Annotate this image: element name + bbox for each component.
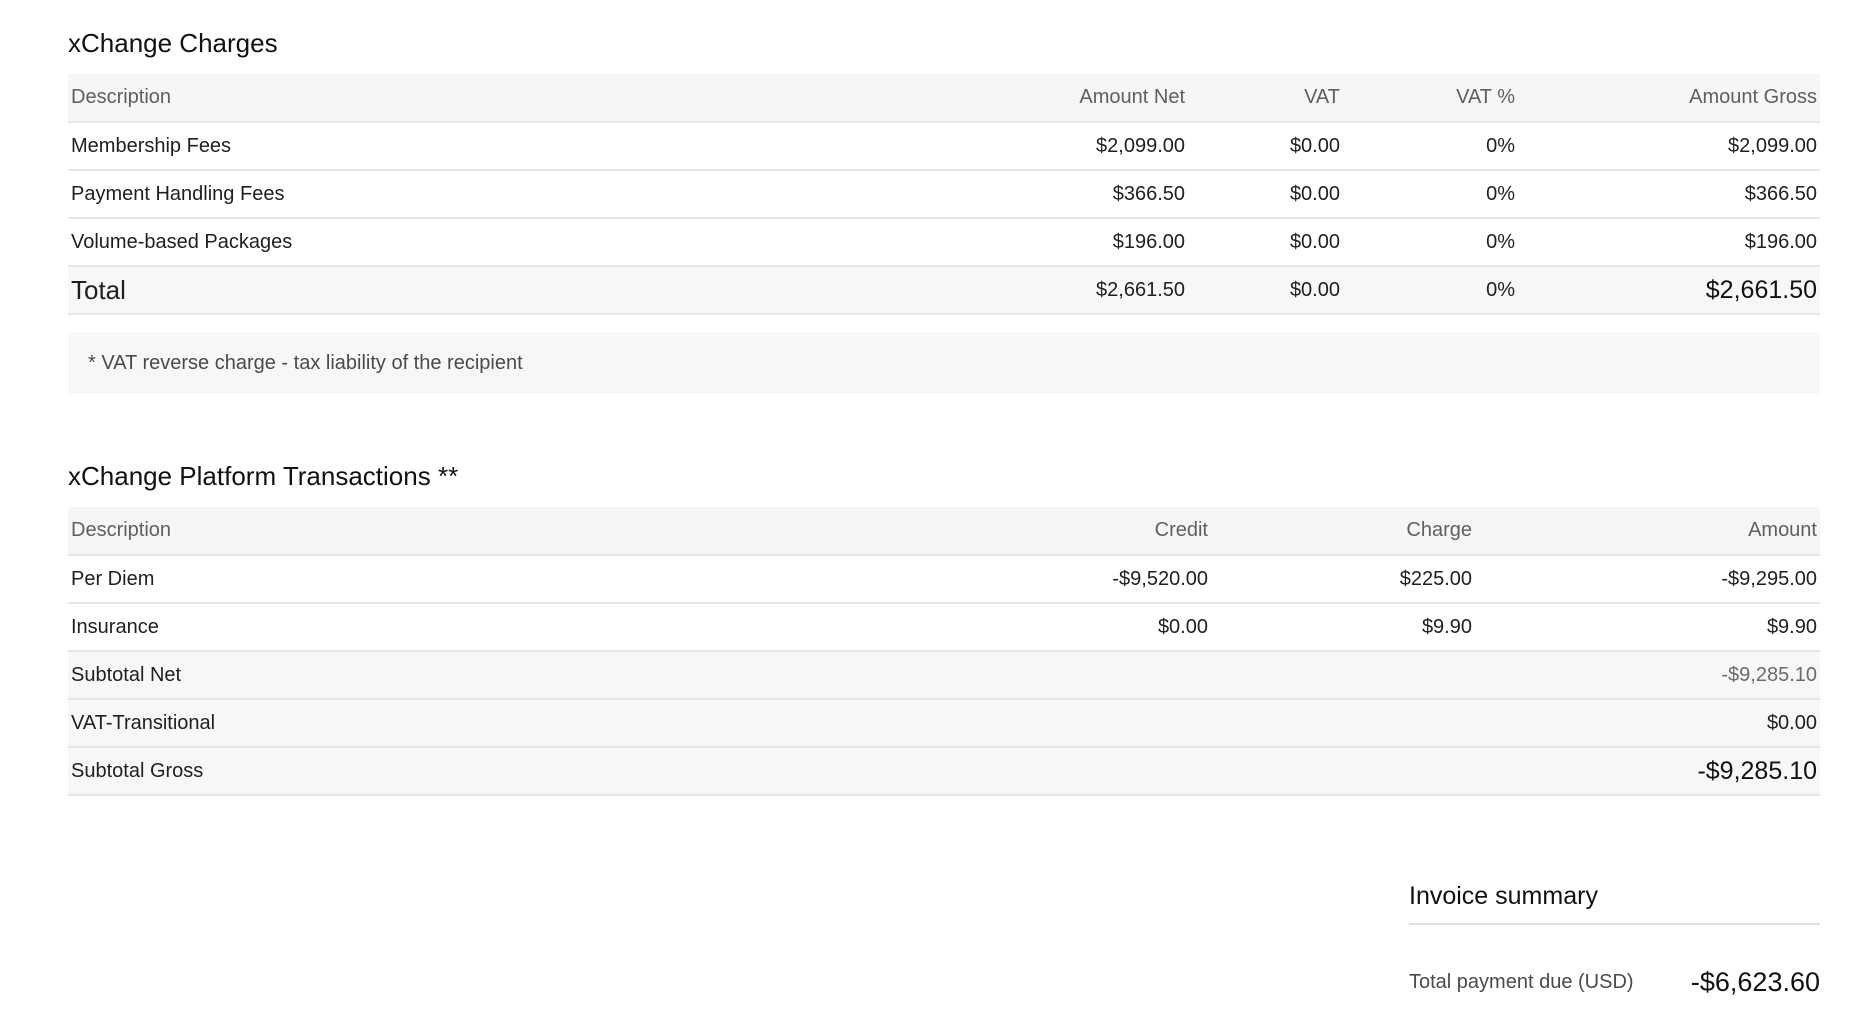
header-amount-gross: Amount Gross xyxy=(1518,74,1820,123)
row-amount: -$9,295.00 xyxy=(1475,555,1820,604)
charges-title: xChange Charges xyxy=(68,28,278,58)
empty-cell xyxy=(1211,651,1475,700)
table-row: Per Diem -$9,520.00 $225.00 -$9,295.00 xyxy=(68,555,1820,604)
charges-header-row: Description Amount Net VAT VAT % Amount … xyxy=(68,74,1820,123)
row-description: Membership Fees xyxy=(68,122,928,171)
empty-cell xyxy=(928,651,1211,700)
header-vat: VAT xyxy=(1188,74,1343,123)
summary-total-row: Total payment due (USD) -$6,623.60 xyxy=(1409,967,1820,998)
subtotal-gross-amount: -$9,285.10 xyxy=(1475,747,1820,796)
charges-table: Description Amount Net VAT VAT % Amount … xyxy=(68,74,1820,315)
table-row: Volume-based Packages $196.00 $0.00 0% $… xyxy=(68,218,1820,267)
row-amount-net: $366.50 xyxy=(928,170,1188,219)
row-vat-percent: 0% xyxy=(1343,170,1518,219)
empty-cell xyxy=(1211,699,1475,748)
row-credit: -$9,520.00 xyxy=(928,555,1211,604)
total-amount-gross: $2,661.50 xyxy=(1518,266,1820,315)
header-vat-percent: VAT % xyxy=(1343,74,1518,123)
row-vat-percent: 0% xyxy=(1343,122,1518,171)
header-description: Description xyxy=(68,507,928,556)
row-amount-net: $2,099.00 xyxy=(928,122,1188,171)
table-row: Payment Handling Fees $366.50 $0.00 0% $… xyxy=(68,170,1820,219)
vat-note: * VAT reverse charge - tax liability of … xyxy=(68,332,1820,394)
subtotal-gross-row: Subtotal Gross -$9,285.10 xyxy=(68,747,1820,796)
empty-cell xyxy=(928,747,1211,796)
subtotal-net-label: Subtotal Net xyxy=(68,651,928,700)
row-vat: $0.00 xyxy=(1188,122,1343,171)
vat-transitional-amount: $0.00 xyxy=(1475,699,1820,748)
invoice-summary: Invoice summary Total payment due (USD) … xyxy=(1409,882,1820,998)
total-payment-label: Total payment due (USD) xyxy=(1409,971,1634,993)
header-credit: Credit xyxy=(928,507,1211,556)
row-vat-percent: 0% xyxy=(1343,218,1518,267)
row-credit: $0.00 xyxy=(928,603,1211,652)
row-description: Insurance xyxy=(68,603,928,652)
subtotal-net-row: Subtotal Net -$9,285.10 xyxy=(68,651,1820,700)
row-vat: $0.00 xyxy=(1188,170,1343,219)
summary-title: Invoice summary xyxy=(1409,882,1820,925)
row-description: Volume-based Packages xyxy=(68,218,928,267)
transactions-table: Description Credit Charge Amount Per Die… xyxy=(68,507,1820,796)
subtotal-net-amount: -$9,285.10 xyxy=(1475,651,1820,700)
empty-cell xyxy=(928,699,1211,748)
row-description: Payment Handling Fees xyxy=(68,170,928,219)
table-row: Insurance $0.00 $9.90 $9.90 xyxy=(68,603,1820,652)
total-row: Total $2,661.50 $0.00 0% $2,661.50 xyxy=(68,266,1820,315)
table-row: Membership Fees $2,099.00 $0.00 0% $2,09… xyxy=(68,122,1820,171)
row-charge: $225.00 xyxy=(1211,555,1475,604)
total-label: Total xyxy=(68,266,928,315)
total-vat-percent: 0% xyxy=(1343,266,1518,315)
vat-transitional-row: VAT-Transitional $0.00 xyxy=(68,699,1820,748)
row-vat: $0.00 xyxy=(1188,218,1343,267)
header-amount-net: Amount Net xyxy=(928,74,1188,123)
transactions-title: xChange Platform Transactions ** xyxy=(68,461,459,491)
row-amount-gross: $366.50 xyxy=(1518,170,1820,219)
row-amount-gross: $2,099.00 xyxy=(1518,122,1820,171)
transactions-header-row: Description Credit Charge Amount xyxy=(68,507,1820,556)
subtotal-gross-label: Subtotal Gross xyxy=(68,747,928,796)
row-description: Per Diem xyxy=(68,555,928,604)
row-charge: $9.90 xyxy=(1211,603,1475,652)
row-amount-net: $196.00 xyxy=(928,218,1188,267)
row-amount-gross: $196.00 xyxy=(1518,218,1820,267)
total-amount-net: $2,661.50 xyxy=(928,266,1188,315)
header-description: Description xyxy=(68,74,928,123)
header-charge: Charge xyxy=(1211,507,1475,556)
total-payment-value: -$6,623.60 xyxy=(1690,967,1820,997)
total-vat: $0.00 xyxy=(1188,266,1343,315)
empty-cell xyxy=(1211,747,1475,796)
header-amount: Amount xyxy=(1475,507,1820,556)
row-amount: $9.90 xyxy=(1475,603,1820,652)
invoice-page: xChange Charges Description Amount Net V… xyxy=(0,0,1873,1016)
vat-transitional-label: VAT-Transitional xyxy=(68,699,928,748)
